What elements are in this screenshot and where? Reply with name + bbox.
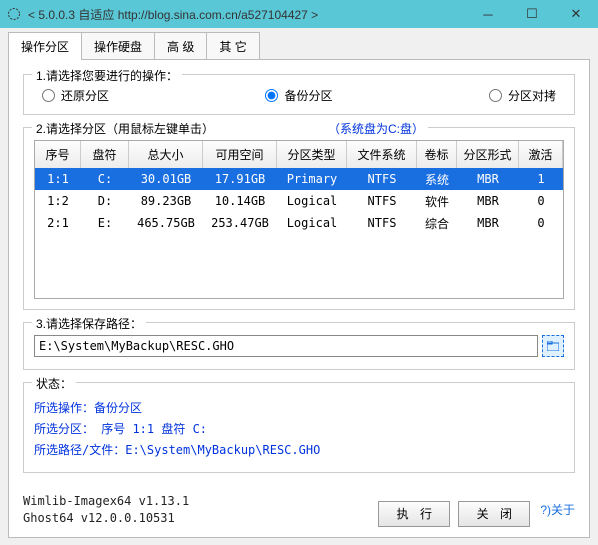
cell: 1:2 [35,192,81,210]
operation-group: 1.请选择您要进行的操作： 还原分区 备份分区 分区对拷 [23,74,575,115]
cell: E: [81,214,129,232]
status-legend: 状态： [32,375,76,392]
col-fs[interactable]: 文件系统 [347,141,417,168]
cell: NTFS [347,214,417,232]
cell: 1:1 [35,170,81,188]
col-free[interactable]: 可用空间 [203,141,277,168]
cell: 10.14GB [203,192,277,210]
operation-legend: 1.请选择您要进行的操作： [32,67,182,84]
cell: 17.91GB [203,170,277,188]
cell: MBR [457,192,519,210]
radio-backup-label: 备份分区 [284,87,332,104]
cell: MBR [457,170,519,188]
status-operation: 所选操作：备份分区 [34,399,564,416]
table-row[interactable]: 1:1C:30.01GB17.91GBPrimaryNTFS系统MBR1 [35,168,563,190]
cell: 软件 [417,191,457,212]
tab-disk[interactable]: 操作硬盘 [81,32,155,60]
cell: 253.47GB [203,214,277,232]
partition-table: 序号 盘符 总大小 可用空间 分区类型 文件系统 卷标 分区形式 激活 1:1C… [34,140,564,299]
savepath-legend: 3.请选择保存路径： [32,315,146,332]
col-label[interactable]: 卷标 [417,141,457,168]
close-button[interactable]: ✕ [554,0,598,28]
cell: MBR [457,214,519,232]
cell: 0 [519,192,563,210]
col-total[interactable]: 总大小 [129,141,203,168]
cell: 0 [519,214,563,232]
browse-button[interactable] [542,335,564,357]
sysdisk-label: （系统盘为C:盘） [334,122,424,136]
radio-backup[interactable]: 备份分区 [265,87,332,104]
tab-other[interactable]: 其 它 [206,32,259,60]
folder-icon [547,341,559,351]
partition-legend: 2.请选择分区（用鼠标左键单击）（系统盘为C:盘） [32,120,428,137]
version-ghost: Ghost64 v12.0.0.10531 [23,510,370,527]
tab-advanced[interactable]: 高 级 [154,32,207,60]
col-index[interactable]: 序号 [35,141,81,168]
cell: 1 [519,170,563,188]
table-header: 序号 盘符 总大小 可用空间 分区类型 文件系统 卷标 分区形式 激活 [35,141,563,168]
footer: Wimlib-Imagex64 v1.13.1 Ghost64 v12.0.0.… [23,485,575,527]
minimize-button[interactable]: ─ [466,0,510,28]
partition-group: 2.请选择分区（用鼠标左键单击）（系统盘为C:盘） 序号 盘符 总大小 可用空间… [23,127,575,310]
tab-page: 1.请选择您要进行的操作： 还原分区 备份分区 分区对拷 2.请选择分区（用鼠标… [8,59,590,538]
app-icon [6,6,22,22]
cell: 30.01GB [129,170,203,188]
col-drive[interactable]: 盘符 [81,141,129,168]
cell: Logical [277,192,347,210]
titlebar[interactable]: < 5.0.0.3 自适应 http://blog.sina.com.cn/a5… [0,0,598,28]
window-title: < 5.0.0.3 自适应 http://blog.sina.com.cn/a5… [28,6,466,23]
cell: NTFS [347,192,417,210]
cell: NTFS [347,170,417,188]
cell: 综合 [417,213,457,234]
cell: Primary [277,170,347,188]
cell: 89.23GB [129,192,203,210]
close-app-button[interactable]: 关 闭 [458,501,530,527]
version-wimlib: Wimlib-Imagex64 v1.13.1 [23,493,370,510]
execute-button[interactable]: 执 行 [378,501,450,527]
radio-copy-label: 分区对拷 [508,87,556,104]
cell: 2:1 [35,214,81,232]
about-link[interactable]: ?)关于 [540,501,575,518]
cell: 465.75GB [129,214,203,232]
cell: D: [81,192,129,210]
radio-copy[interactable]: 分区对拷 [489,87,556,104]
radio-restore[interactable]: 还原分区 [42,87,109,104]
status-group: 状态： 所选操作：备份分区 所选分区： 序号 1:1 盘符 C: 所选路径/文件… [23,382,575,473]
tab-partition[interactable]: 操作分区 [8,32,82,60]
table-row[interactable]: 2:1E:465.75GB253.47GBLogicalNTFS综合MBR0 [35,212,563,234]
tab-bar: 操作分区 操作硬盘 高 级 其 它 [8,32,590,60]
status-path: 所选路径/文件：E:\System\MyBackup\RESC.GHO [34,441,564,458]
cell: Logical [277,214,347,232]
radio-restore-label: 还原分区 [61,87,109,104]
col-scheme[interactable]: 分区形式 [457,141,519,168]
table-row[interactable]: 1:2D:89.23GB10.14GBLogicalNTFS软件MBR0 [35,190,563,212]
version-info: Wimlib-Imagex64 v1.13.1 Ghost64 v12.0.0.… [23,493,370,527]
path-input[interactable] [34,335,538,357]
col-active[interactable]: 激活 [519,141,563,168]
col-type[interactable]: 分区类型 [277,141,347,168]
savepath-group: 3.请选择保存路径： [23,322,575,370]
cell: C: [81,170,129,188]
status-partition: 所选分区： 序号 1:1 盘符 C: [34,420,564,437]
maximize-button[interactable]: ☐ [510,0,554,28]
cell: 系统 [417,169,457,190]
